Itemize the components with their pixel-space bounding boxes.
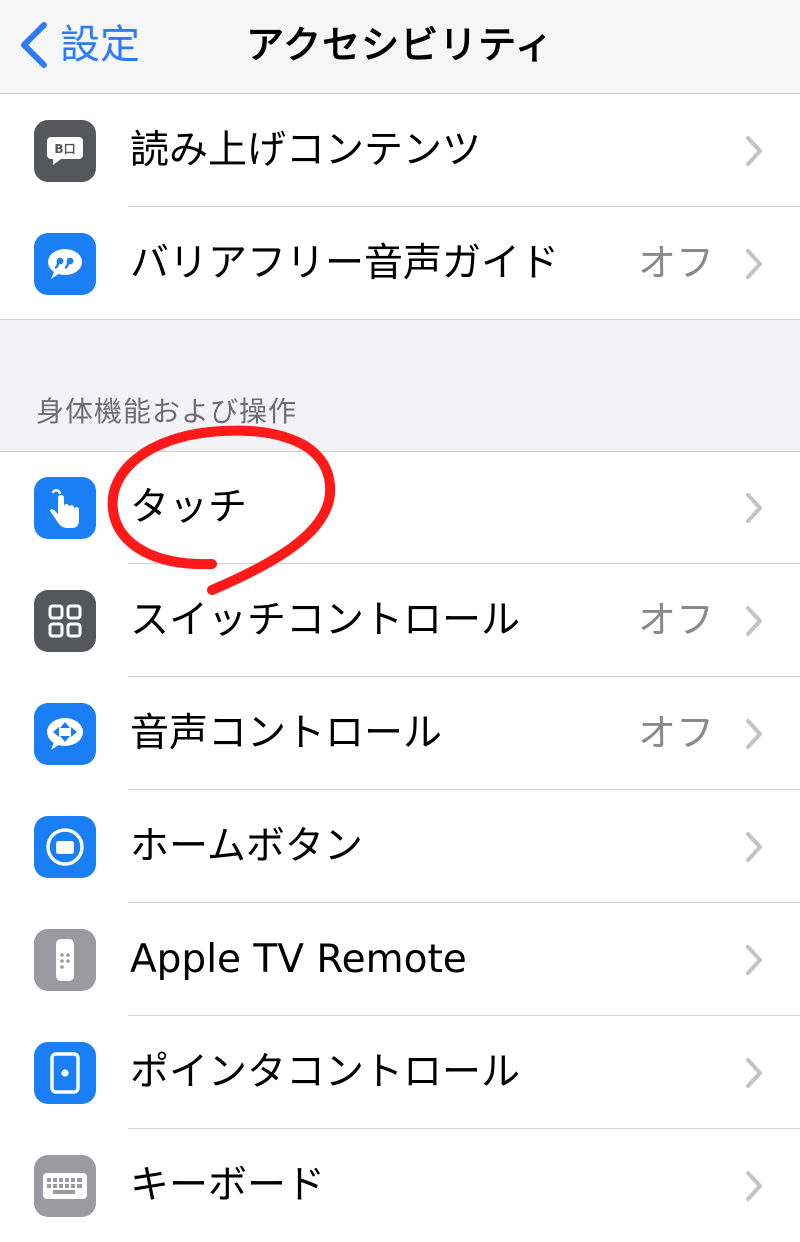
settings-group-top: B口 読み上げコンテンツ バリアフリー音声ガイド オフ [0, 94, 800, 320]
group-border [0, 319, 800, 320]
row-value: オフ [637, 711, 714, 755]
row-label: ホームボタン [130, 824, 363, 869]
home-button-icon [34, 816, 96, 878]
row-touch[interactable]: タッチ [0, 451, 800, 564]
row-apple-tv-remote[interactable]: Apple TV Remote [0, 903, 800, 1016]
row-keyboard[interactable]: キーボード [0, 1129, 800, 1242]
chevron-left-icon [21, 22, 47, 68]
chevron-right-icon [746, 606, 762, 636]
row-label: ポインタコントロール [130, 1050, 521, 1095]
keyboard-icon [34, 1155, 96, 1217]
speech-bubble-icon: B口 [34, 120, 96, 182]
row-label: 音声コントロール [130, 711, 443, 756]
chevron-right-icon [746, 832, 762, 862]
voice-control-icon [34, 703, 96, 765]
section-header: 身体機能および操作 [36, 395, 298, 428]
chevron-right-icon [746, 249, 762, 279]
row-home-button[interactable]: ホームボタン [0, 790, 800, 903]
row-label: 読み上げコンテンツ [130, 128, 482, 173]
row-label: スイッチコントロール [130, 598, 521, 643]
navigation-bar: アクセシビリティ 設定 [0, 0, 800, 94]
back-button[interactable]: 設定 [18, 14, 140, 76]
chevron-right-icon [746, 719, 762, 749]
row-value: オフ [637, 241, 714, 285]
hand-touch-icon [34, 477, 96, 539]
settings-group-physical: タッチ スイッチコントロール オフ 音声コントロール オフ ホームボタン App… [0, 451, 800, 1242]
row-switch-control[interactable]: スイッチコントロール オフ [0, 564, 800, 677]
tv-remote-icon [34, 929, 96, 991]
chevron-right-icon [746, 945, 762, 975]
row-label: バリアフリー音声ガイド [130, 241, 560, 286]
row-label: Apple TV Remote [130, 937, 467, 982]
chevron-right-icon [746, 136, 762, 166]
row-label: キーボード [130, 1163, 326, 1208]
row-read-aloud-content[interactable]: B口 読み上げコンテンツ [0, 94, 800, 207]
back-label: 設定 [60, 22, 140, 68]
chevron-right-icon [746, 493, 762, 523]
row-value: オフ [637, 598, 714, 642]
chevron-right-icon [746, 1058, 762, 1088]
row-voice-control[interactable]: 音声コントロール オフ [0, 677, 800, 790]
svg-text:B口: B口 [54, 142, 75, 156]
row-pointer-control[interactable]: ポインタコントロール [0, 1016, 800, 1129]
switch-grid-icon [34, 590, 96, 652]
chevron-right-icon [746, 1171, 762, 1201]
row-audio-descriptions[interactable]: バリアフリー音声ガイド オフ [0, 207, 800, 320]
row-label: タッチ [130, 485, 248, 530]
quote-bubble-icon [34, 233, 96, 295]
pointer-icon [34, 1042, 96, 1104]
